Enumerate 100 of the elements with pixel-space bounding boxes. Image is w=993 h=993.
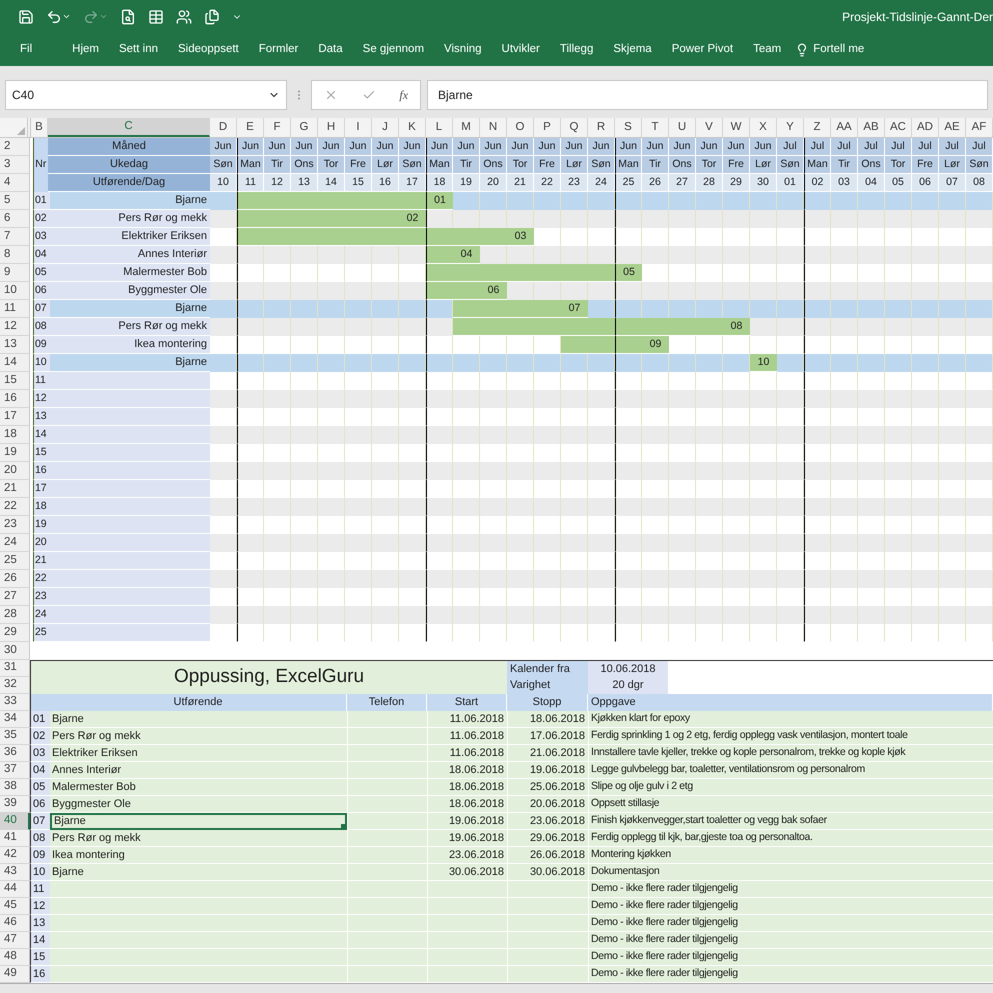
row-header[interactable]: 27 — [0, 588, 30, 606]
row-header[interactable]: 44 — [0, 881, 30, 898]
ribbon-tab[interactable]: Power Pivot — [666, 40, 740, 58]
column-header[interactable]: C — [48, 118, 210, 137]
table-cell[interactable]: Byggmester Ole — [50, 796, 347, 813]
caret-icon[interactable] — [62, 12, 71, 21]
column-header[interactable]: X — [750, 118, 777, 137]
insert-function-button[interactable]: fx — [399, 86, 408, 104]
row-header[interactable]: 47 — [0, 932, 30, 949]
row-header[interactable]: 21 — [0, 480, 30, 498]
column-header[interactable]: O — [507, 118, 534, 137]
row-header[interactable]: 6 — [0, 210, 30, 228]
column-header[interactable]: AB — [858, 118, 885, 137]
table-cell[interactable]: Bjarne — [50, 813, 347, 830]
ribbon-tab[interactable]: Utvikler — [496, 40, 546, 58]
row-header[interactable]: 49 — [0, 966, 30, 983]
row-header[interactable]: 25 — [0, 552, 30, 570]
row-header[interactable]: 46 — [0, 915, 30, 932]
column-header[interactable]: AA — [831, 118, 858, 137]
column-header[interactable]: I — [345, 118, 372, 137]
column-header[interactable]: R — [588, 118, 615, 137]
ribbon-tab[interactable]: Team — [747, 40, 788, 58]
row-header[interactable]: 39 — [0, 796, 30, 813]
row-header[interactable]: 4 — [0, 174, 30, 192]
pages-icon[interactable] — [204, 8, 220, 24]
row-header[interactable]: 37 — [0, 762, 30, 779]
ribbon-tab[interactable]: Sideoppsett — [172, 40, 245, 58]
name-box[interactable]: C40 — [5, 80, 287, 110]
row-header[interactable]: 14 — [0, 354, 30, 372]
row-header[interactable]: 15 — [0, 372, 30, 390]
select-all-icon[interactable] — [17, 127, 26, 135]
row-header[interactable]: 12 — [0, 318, 30, 336]
row-header[interactable]: 42 — [0, 847, 30, 864]
row-header[interactable]: 34 — [0, 711, 30, 728]
column-header[interactable]: AC — [885, 118, 912, 137]
ribbon-tab[interactable]: Formler — [252, 40, 304, 58]
print-preview-icon[interactable] — [120, 8, 136, 24]
row-header[interactable]: 20 — [0, 462, 30, 480]
row-header[interactable]: 33 — [0, 694, 30, 711]
tell-me-field[interactable]: Fortell me — [813, 40, 864, 58]
row-header[interactable]: 18 — [0, 426, 30, 444]
column-header[interactable]: M — [453, 118, 480, 137]
column-header[interactable]: F — [264, 118, 291, 137]
column-header[interactable]: J — [372, 118, 399, 137]
ribbon-tab[interactable]: Hjem — [66, 40, 105, 58]
ribbon-tab[interactable]: Se gjennom — [356, 40, 430, 58]
ribbon-tab[interactable]: Fil — [14, 40, 38, 58]
row-header[interactable]: 22 — [0, 498, 30, 516]
save-icon[interactable] — [18, 8, 34, 24]
column-header[interactable]: AD — [912, 118, 939, 137]
column-header[interactable]: S — [615, 118, 642, 137]
row-header[interactable]: 29 — [0, 624, 30, 642]
row-header[interactable]: 40 — [0, 813, 30, 830]
row-header[interactable]: 17 — [0, 408, 30, 426]
row-header[interactable]: 48 — [0, 949, 30, 966]
column-header[interactable]: L — [426, 118, 453, 137]
column-header[interactable]: U — [669, 118, 696, 137]
row-header[interactable]: 13 — [0, 336, 30, 354]
row-header[interactable]: 8 — [0, 246, 30, 264]
column-header[interactable]: Y — [777, 118, 804, 137]
row-header[interactable]: 31 — [0, 660, 30, 677]
ribbon-tab[interactable]: Data — [312, 40, 349, 58]
column-header[interactable]: AE — [939, 118, 966, 137]
row-header[interactable]: 28 — [0, 606, 30, 624]
column-header[interactable]: P — [534, 118, 561, 137]
row-header[interactable]: 26 — [0, 570, 30, 588]
formula-field[interactable]: Bjarne — [427, 80, 988, 110]
row-header[interactable]: 45 — [0, 898, 30, 915]
row-header[interactable]: 19 — [0, 444, 30, 462]
undo-icon[interactable] — [46, 8, 62, 24]
form-icon[interactable] — [148, 8, 164, 24]
column-header[interactable]: N — [480, 118, 507, 137]
row-header[interactable]: 24 — [0, 534, 30, 552]
ribbon-tab[interactable]: Tillegg — [554, 40, 600, 58]
ribbon-tab[interactable]: Sett inn — [112, 40, 164, 58]
row-header[interactable]: 30 — [0, 642, 30, 660]
row-header[interactable]: 23 — [0, 516, 30, 534]
column-header[interactable]: E — [237, 118, 264, 137]
column-header[interactable]: G — [291, 118, 318, 137]
row-header[interactable]: 2 — [0, 138, 30, 156]
column-header[interactable]: AF — [966, 118, 993, 137]
column-header[interactable]: H — [318, 118, 345, 137]
row-header[interactable]: 36 — [0, 745, 30, 762]
row-header[interactable]: 10 — [0, 282, 30, 300]
row-header[interactable]: 35 — [0, 728, 30, 745]
column-header[interactable]: V — [696, 118, 723, 137]
column-header[interactable]: W — [723, 118, 750, 137]
row-header[interactable]: 9 — [0, 264, 30, 282]
row-header[interactable]: 3 — [0, 156, 30, 174]
row-header[interactable]: 41 — [0, 830, 30, 847]
row-header[interactable]: 7 — [0, 228, 30, 246]
row-header[interactable]: 11 — [0, 300, 30, 318]
column-header[interactable]: K — [399, 118, 426, 137]
column-header[interactable]: Z — [804, 118, 831, 137]
ribbon-tab[interactable]: Visning — [438, 40, 488, 58]
row-header[interactable]: 5 — [0, 192, 30, 210]
row-header[interactable]: 32 — [0, 677, 30, 694]
people-icon[interactable] — [176, 8, 192, 24]
column-header[interactable]: Q — [561, 118, 588, 137]
row-header[interactable]: 43 — [0, 864, 30, 881]
